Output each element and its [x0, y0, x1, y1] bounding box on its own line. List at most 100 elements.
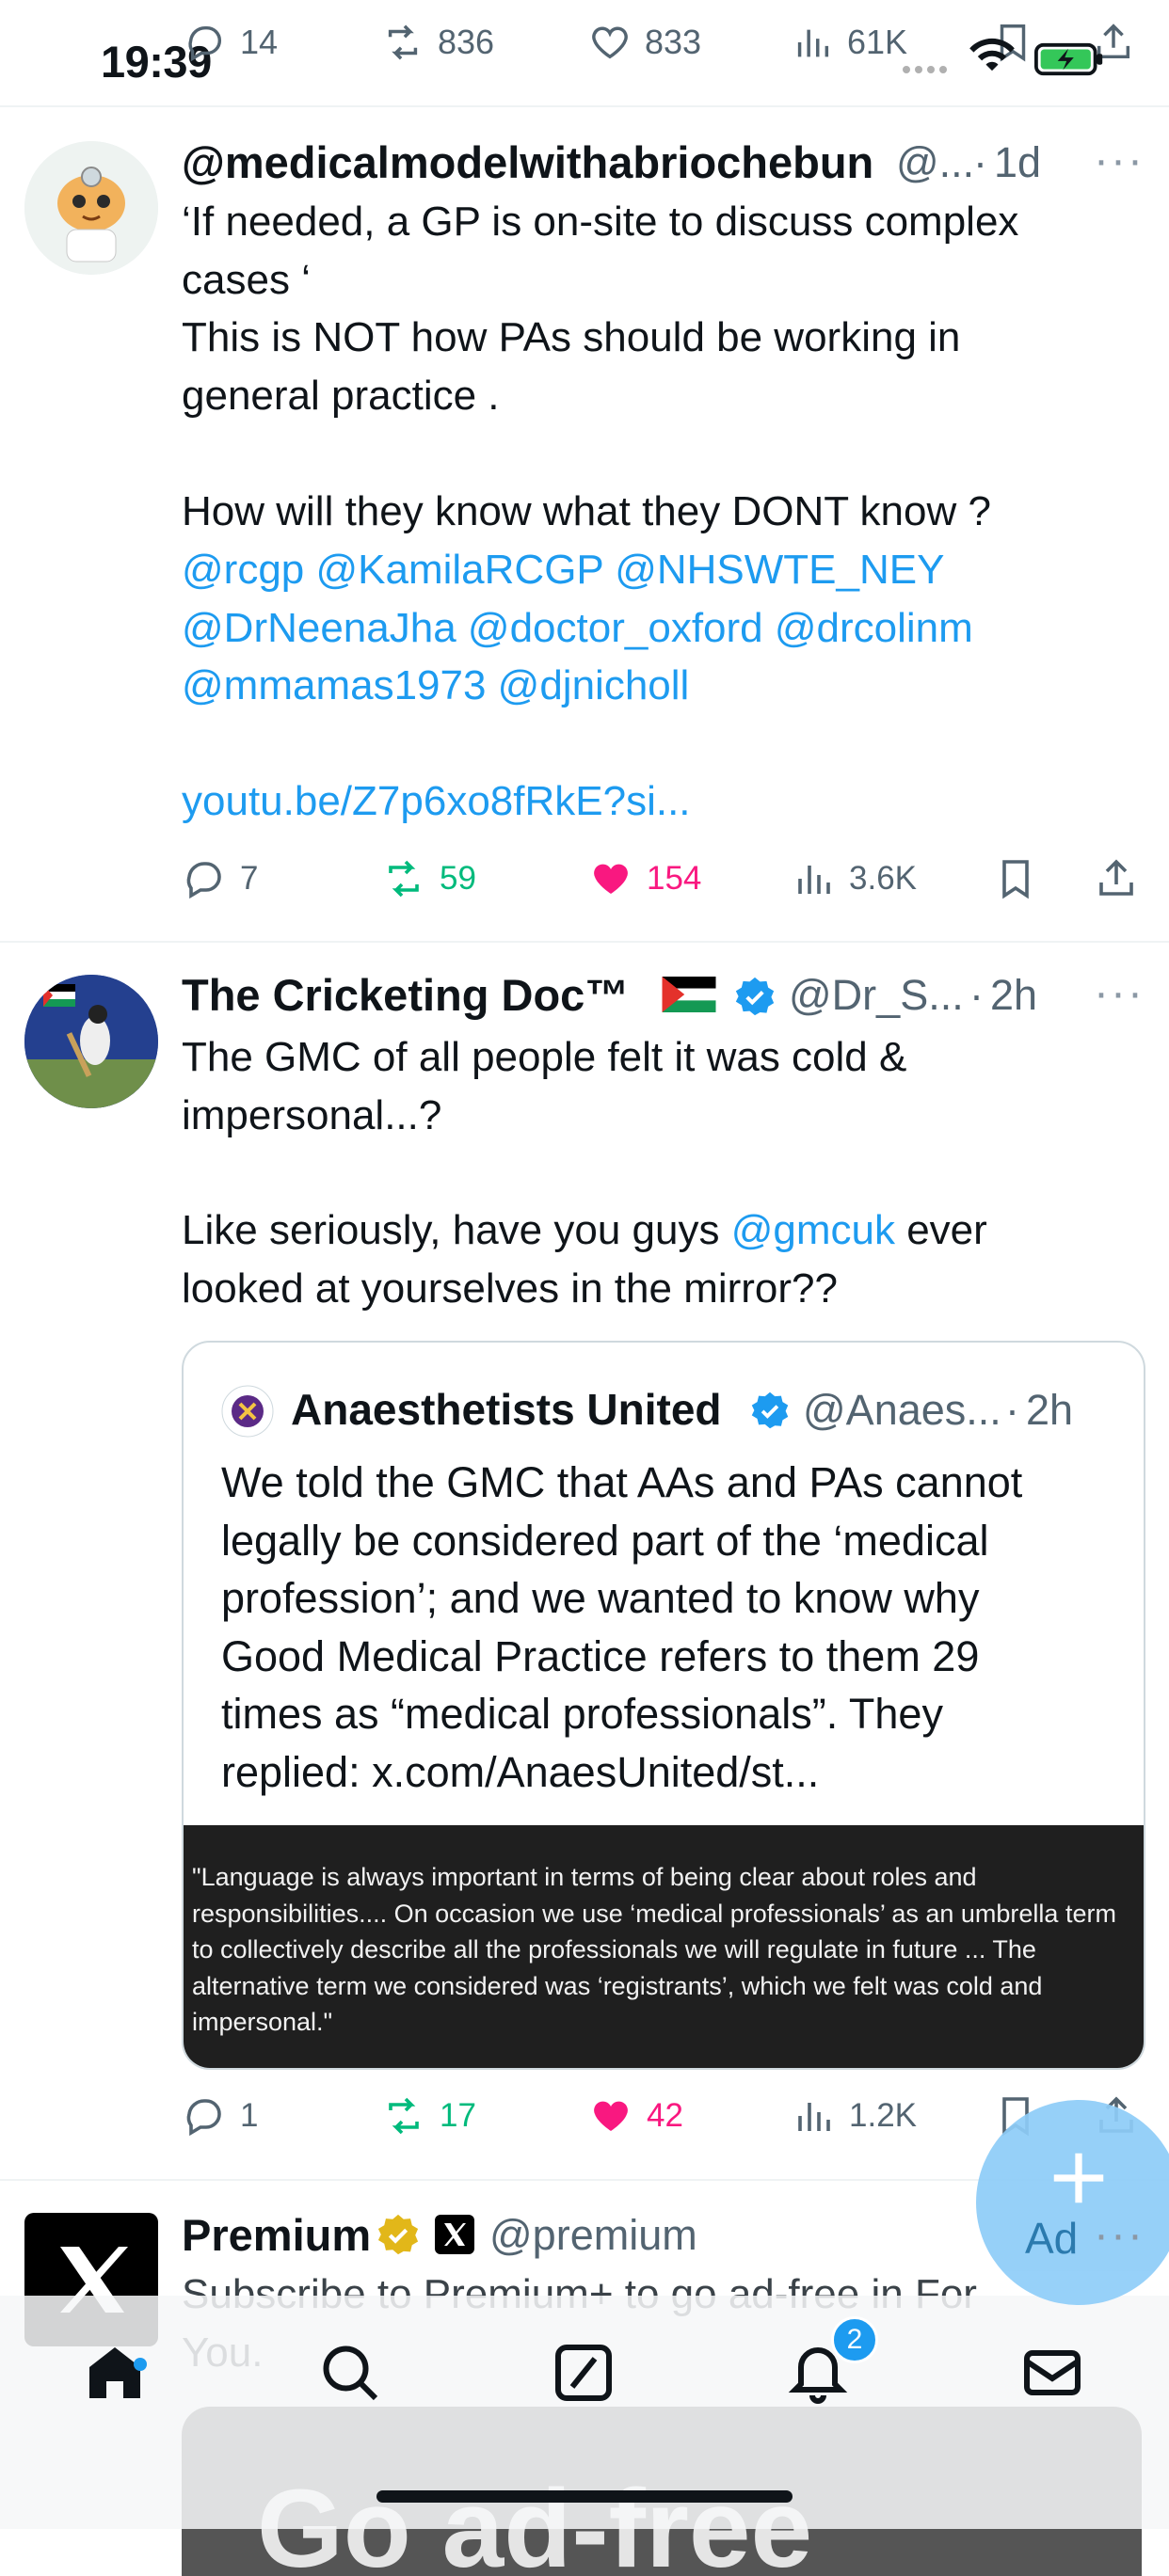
tweet-mentions[interactable]: @rcgp @KamilaRCGP @NHSWTE_NEY @DrNeenaJh… — [182, 541, 1151, 715]
messages-tab[interactable] — [1018, 2339, 1086, 2411]
home-indicator — [376, 2490, 793, 2503]
grok-tab[interactable] — [550, 2339, 617, 2411]
mention-link[interactable]: @gmcuk — [731, 1207, 895, 1253]
tweet-text-part: Like seriously, have you guys — [182, 1207, 731, 1253]
repost-button[interactable]: 59 — [381, 856, 476, 901]
reply-icon — [186, 2099, 221, 2137]
plus-icon — [1053, 2153, 1104, 2203]
like-button[interactable]: 42 — [588, 2093, 683, 2139]
views-icon — [797, 29, 829, 57]
author-name[interactable]: @medicalmodelwithabriochebun — [182, 136, 873, 188]
ad-label: Ad — [1025, 2214, 1079, 2263]
repost-icon — [388, 24, 418, 60]
verified-badge-icon — [750, 1391, 790, 1435]
like-count: 154 — [647, 860, 702, 897]
wifi-icon — [968, 38, 1017, 80]
share-button[interactable] — [1094, 856, 1139, 906]
heart-filled-icon — [594, 2101, 628, 2131]
views-button[interactable]: 1.2K — [791, 2093, 917, 2139]
prev-like-button[interactable]: 833 — [588, 21, 701, 64]
views-count: 3.6K — [849, 860, 917, 897]
grok-icon — [555, 2345, 612, 2401]
signal-dots-icon — [902, 62, 951, 73]
tweet-text-line: Like seriously, have you guys @gmcuk eve… — [182, 1201, 1151, 1260]
tweet-text-line: looked at yourselves in the mirror?? — [182, 1265, 838, 1312]
separator-dot: · — [969, 971, 984, 1019]
verified-badge-icon — [734, 976, 776, 1022]
heart-icon — [592, 26, 628, 59]
prev-reply-count: 14 — [240, 23, 279, 61]
author-handle[interactable]: @... — [896, 138, 974, 187]
reply-icon — [188, 25, 222, 62]
tweet-time[interactable]: 2h — [990, 971, 1037, 1020]
share-icon — [1099, 859, 1133, 896]
divider — [0, 941, 1169, 943]
reply-button[interactable]: 1 — [182, 2093, 258, 2139]
cartoon-doctor-avatar-icon — [24, 141, 158, 275]
prev-like-count: 833 — [645, 23, 702, 61]
more-options-button[interactable]: ··· — [1094, 135, 1145, 186]
quoted-text: We told the GMC that AAs and PAs cannot … — [221, 1458, 1023, 1796]
battery-charging-icon — [1033, 41, 1107, 82]
repost-button[interactable]: 17 — [381, 2093, 476, 2139]
quoted-time: 2h — [1026, 1386, 1074, 1434]
compose-button[interactable]: Ad — [976, 2100, 1169, 2305]
repost-icon — [389, 860, 419, 898]
reply-button[interactable]: 7 — [182, 856, 258, 901]
repost-count: 59 — [440, 860, 476, 897]
views-count: 1.2K — [849, 2097, 917, 2134]
tweet-text: ‘If needed, a GP is on-site to discuss c… — [182, 199, 1019, 419]
reply-icon — [186, 862, 221, 899]
prev-reply-button[interactable]: 14 — [184, 21, 278, 64]
tweet-text: The GMC of all people felt it was cold &… — [182, 1034, 907, 1138]
quoted-handle: @Anaes... — [803, 1386, 1001, 1434]
bookmark-icon — [1002, 860, 1029, 899]
prev-repost-count: 836 — [438, 23, 495, 61]
tweet-time[interactable]: 1d — [994, 138, 1041, 187]
mail-icon — [1024, 2350, 1081, 2395]
like-count: 42 — [647, 2097, 683, 2134]
gold-verified-badge-icon — [376, 2213, 420, 2261]
prev-views-count: 61K — [847, 23, 908, 61]
avatar[interactable] — [24, 141, 158, 275]
author-handle[interactable]: @Dr_S... — [789, 971, 964, 1020]
prev-views[interactable]: 61K — [791, 21, 907, 64]
notification-badge: 2 — [831, 2316, 878, 2363]
home-icon — [89, 2347, 140, 2398]
search-tab[interactable] — [316, 2339, 384, 2411]
avatar[interactable] — [24, 975, 158, 1108]
heart-filled-icon — [594, 864, 628, 894]
author-name[interactable]: Premium — [182, 2209, 371, 2261]
repost-icon — [389, 2097, 419, 2135]
reply-count: 7 — [240, 860, 259, 897]
author-handle[interactable]: @premium — [489, 2211, 697, 2260]
divider — [0, 105, 1169, 107]
x-affiliate-icon — [435, 2215, 474, 2254]
quoted-author-name: Anaesthetists United — [291, 1385, 722, 1434]
tweet-text-part: ever — [894, 1207, 987, 1253]
more-options-button[interactable]: ··· — [1094, 967, 1145, 1019]
separator-dot: · — [973, 138, 987, 186]
separator-dot: · — [1005, 1386, 1019, 1434]
tweet-text-question: How will they know what they DONT know ? — [182, 488, 991, 534]
prev-repost-button[interactable]: 836 — [381, 21, 494, 64]
home-tab[interactable] — [81, 2339, 149, 2411]
search-icon — [323, 2345, 378, 2401]
author-name[interactable]: The Cricketing Doc™ — [182, 969, 629, 1021]
views-button[interactable]: 3.6K — [791, 856, 917, 901]
more-options-button[interactable]: ··· — [1094, 2209, 1145, 2261]
reply-count: 1 — [240, 2097, 259, 2134]
views-icon — [798, 866, 830, 894]
bookmark-button[interactable] — [993, 856, 1038, 906]
home-new-dot — [134, 2358, 147, 2371]
tweet-link[interactable]: youtu.be/Z7p6xo8fRkE?si... — [182, 772, 691, 831]
like-button[interactable]: 154 — [588, 856, 701, 901]
quoted-image[interactable]: "Language is always important in terms o… — [184, 1825, 1144, 2068]
palestine-flag-icon — [662, 977, 716, 1017]
quoted-image-text: "Language is always important in terms o… — [192, 1863, 1116, 2036]
views-icon — [798, 2103, 830, 2131]
cricket-player-avatar-icon — [24, 975, 158, 1108]
repost-count: 17 — [440, 2097, 476, 2134]
quoted-tweet-card[interactable]: Anaesthetists United @Anaes... · 2h We t… — [182, 1341, 1145, 2070]
quoted-avatar-icon — [221, 1385, 274, 1442]
